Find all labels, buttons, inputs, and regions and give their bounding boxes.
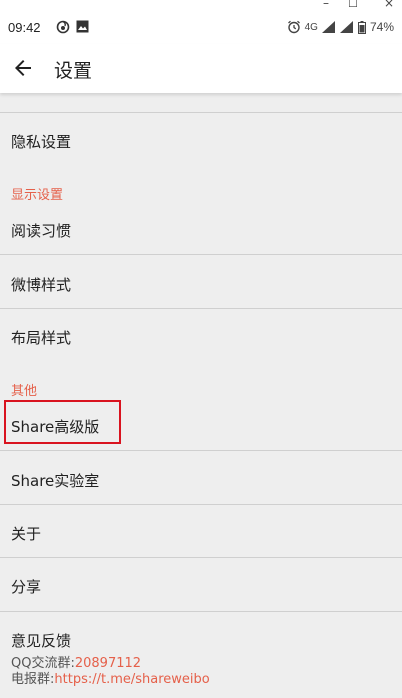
share-premium-item[interactable]: Share高级版 xyxy=(11,416,99,437)
minimize-button[interactable]: – xyxy=(323,0,329,9)
weibo-style-item[interactable]: 微博样式 xyxy=(11,274,71,295)
close-button[interactable]: × xyxy=(384,0,394,9)
share-lab-item[interactable]: Share实验室 xyxy=(11,470,99,491)
notification-app-icon xyxy=(56,20,70,34)
back-arrow-icon[interactable] xyxy=(11,56,35,80)
telegram-group-link[interactable]: https://t.me/shareweibo xyxy=(54,672,209,687)
telegram-group-line: 电报群:https://t.me/shareweibo xyxy=(11,668,210,687)
layout-style-item[interactable]: 布局样式 xyxy=(11,327,71,348)
divider xyxy=(0,611,402,612)
display-settings-header: 显示设置 xyxy=(11,188,64,203)
image-notification-icon xyxy=(76,20,89,33)
battery-icon xyxy=(357,20,366,34)
window-controls: – ☐ × xyxy=(0,0,402,12)
share-item[interactable]: 分享 xyxy=(11,576,41,597)
divider xyxy=(0,504,402,505)
app-bar: 设置 xyxy=(0,44,402,93)
divider xyxy=(0,450,402,451)
maximize-button[interactable]: ☐ xyxy=(348,0,358,10)
signal-icon-2 xyxy=(339,21,353,33)
divider xyxy=(0,254,402,255)
status-time: 09:42 xyxy=(8,20,41,35)
divider xyxy=(0,557,402,558)
telegram-group-label: 电报群: xyxy=(11,672,55,687)
status-bar: 09:42 4G 74% xyxy=(0,12,402,44)
reading-habits-item[interactable]: 阅读习惯 xyxy=(11,220,71,241)
about-item[interactable]: 关于 xyxy=(11,523,41,544)
feedback-item[interactable]: 意见反馈 xyxy=(11,630,71,651)
settings-list: 隐私设置 显示设置 阅读习惯 微博样式 布局样式 其他 Share高级版 Sha… xyxy=(0,93,402,698)
alarm-icon xyxy=(287,20,300,34)
battery-level: 74% xyxy=(369,20,394,34)
network-type: 4G xyxy=(304,21,318,33)
divider xyxy=(0,112,402,113)
other-section-header: 其他 xyxy=(11,384,38,399)
divider xyxy=(0,308,402,309)
signal-icon-1 xyxy=(321,21,335,33)
page-title: 设置 xyxy=(54,60,93,82)
privacy-settings-item[interactable]: 隐私设置 xyxy=(11,131,71,152)
